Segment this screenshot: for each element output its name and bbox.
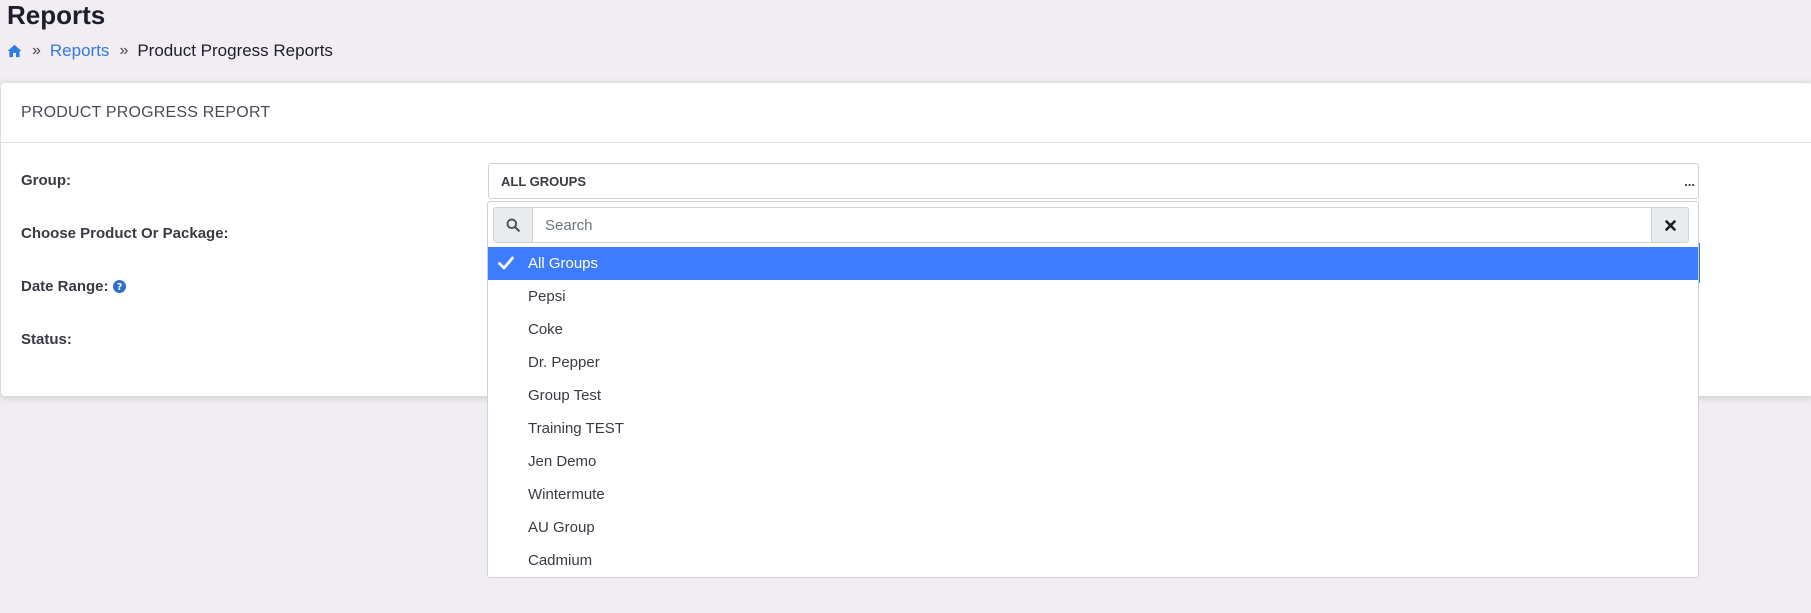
option-pepsi[interactable]: Pepsi bbox=[488, 280, 1698, 313]
option-label: Training TEST bbox=[528, 420, 624, 437]
check-icon bbox=[498, 256, 514, 270]
option-group-test[interactable]: Group Test bbox=[488, 379, 1698, 412]
option-label: Wintermute bbox=[528, 486, 605, 503]
breadcrumb-separator: » bbox=[32, 42, 41, 59]
option-label: Coke bbox=[528, 321, 564, 338]
breadcrumb-separator: » bbox=[119, 42, 129, 59]
status-label: Status: bbox=[21, 331, 72, 348]
status-label-text: Status: bbox=[21, 331, 72, 348]
option-wintermute[interactable]: Wintermute bbox=[488, 478, 1698, 511]
page-title: Reports bbox=[7, 0, 106, 30]
date-range-label-text: Date Range: bbox=[21, 278, 109, 295]
option-label: Dr. Pepper bbox=[528, 354, 600, 371]
option-jen-demo[interactable]: Jen Demo bbox=[488, 445, 1698, 478]
product-label: Choose Product Or Package: bbox=[21, 225, 229, 242]
group-select-value: ALL GROUPS bbox=[501, 173, 586, 189]
group-select-ellipsis: ... bbox=[1684, 174, 1695, 189]
group-label-text: Group: bbox=[21, 172, 71, 189]
option-training-test[interactable]: Training TEST bbox=[488, 412, 1698, 445]
card-title: PRODUCT PROGRESS REPORT bbox=[1, 83, 1811, 143]
help-icon[interactable]: ? bbox=[112, 280, 126, 293]
search-icon bbox=[494, 208, 533, 242]
group-label: Group: bbox=[21, 172, 71, 189]
product-label-text: Choose Product Or Package: bbox=[21, 225, 229, 242]
date-range-label: Date Range: ? bbox=[21, 278, 126, 295]
dropdown-options: All Groups Pepsi Coke Dr. Pepper Group T… bbox=[488, 247, 1698, 577]
option-label: Pepsi bbox=[528, 288, 566, 305]
option-au-group[interactable]: AU Group bbox=[488, 511, 1698, 544]
option-label: Jen Demo bbox=[528, 453, 597, 470]
option-cadmium[interactable]: Cadmium bbox=[488, 544, 1698, 577]
close-icon[interactable] bbox=[1651, 208, 1688, 242]
breadcrumb-current: Product Progress Reports bbox=[137, 41, 333, 60]
option-label: Cadmium bbox=[528, 552, 593, 569]
dropdown-search bbox=[493, 207, 1689, 243]
breadcrumb-reports-link[interactable]: Reports bbox=[50, 41, 110, 61]
breadcrumb: » Reports » Product Progress Reports bbox=[7, 40, 333, 62]
svg-text:?: ? bbox=[116, 282, 121, 293]
option-all-groups[interactable]: All Groups bbox=[488, 247, 1698, 280]
search-input[interactable] bbox=[533, 208, 1651, 242]
option-dr-pepper[interactable]: Dr. Pepper bbox=[488, 346, 1698, 379]
home-icon[interactable] bbox=[7, 44, 22, 58]
option-label: Group Test bbox=[528, 387, 602, 404]
option-label: All Groups bbox=[528, 255, 599, 272]
option-coke[interactable]: Coke bbox=[488, 313, 1698, 346]
option-label: AU Group bbox=[528, 519, 595, 536]
group-dropdown: All Groups Pepsi Coke Dr. Pepper Group T… bbox=[487, 201, 1699, 578]
group-select[interactable]: ALL GROUPS ... bbox=[488, 163, 1699, 199]
